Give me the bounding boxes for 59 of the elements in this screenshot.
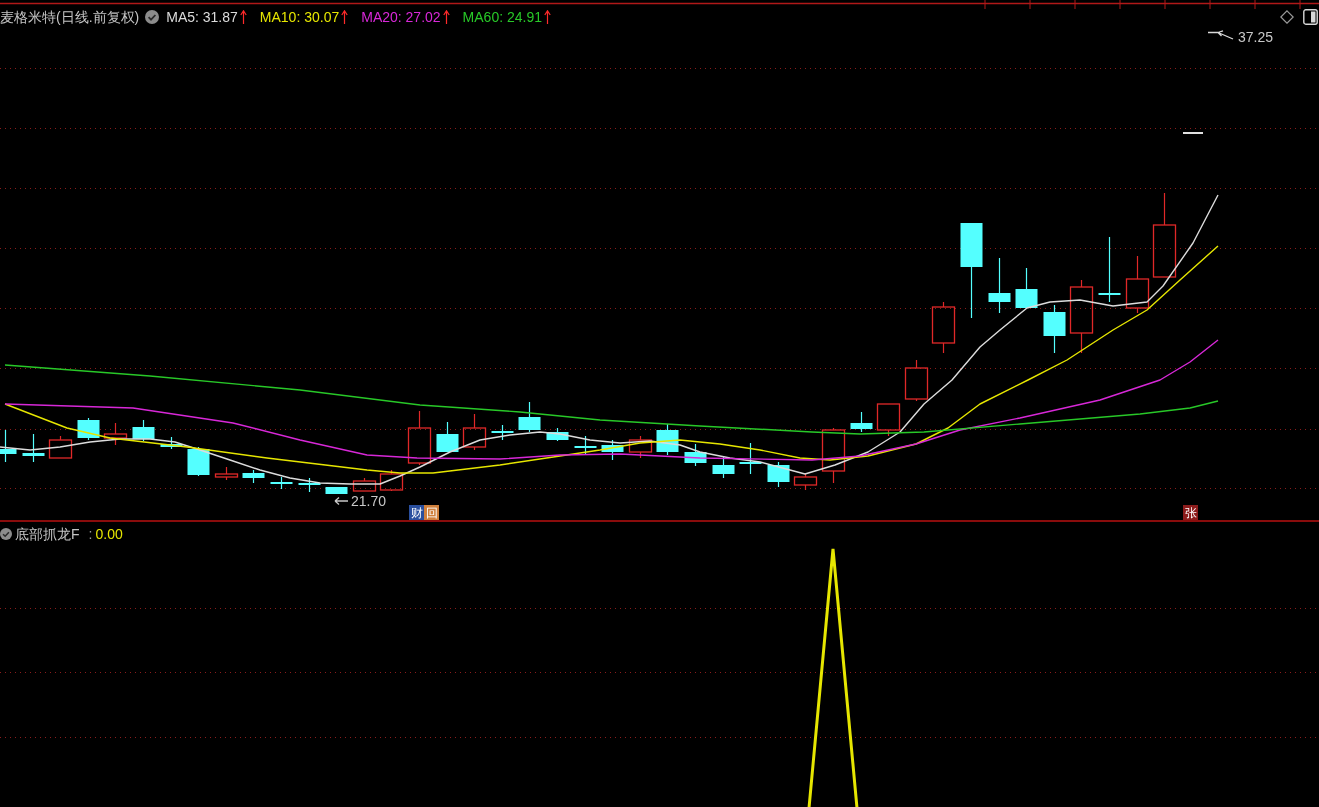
arrow-left-icon xyxy=(334,496,348,506)
diamond-icon[interactable] xyxy=(1280,10,1294,24)
down-candle xyxy=(436,421,459,453)
down-candle xyxy=(1098,236,1121,303)
down-candle xyxy=(712,455,735,479)
down-candle xyxy=(684,443,707,467)
panel-toggle-icon[interactable] xyxy=(1303,9,1318,25)
up-candle xyxy=(904,359,929,402)
down-candle xyxy=(739,442,762,475)
down-candle xyxy=(491,424,514,441)
up-candle xyxy=(628,435,653,459)
down-candle xyxy=(546,427,569,442)
check-circle-icon[interactable] xyxy=(0,528,12,540)
down-candle xyxy=(1043,304,1066,354)
up-candle xyxy=(214,466,239,481)
up-candle xyxy=(407,410,432,466)
up-candle xyxy=(103,422,128,446)
moving-average-value: MA60: 24.91 xyxy=(462,10,542,24)
down-candle xyxy=(1015,267,1038,309)
up-candle xyxy=(931,301,956,354)
up-candle xyxy=(352,477,377,492)
arrow-icon xyxy=(1208,30,1234,40)
down-candle xyxy=(298,477,321,493)
up-candle xyxy=(48,435,73,459)
up-candle xyxy=(793,473,818,491)
event-marker[interactable]: 张 xyxy=(1183,505,1198,520)
down-candle xyxy=(601,439,624,461)
down-candle xyxy=(242,469,265,484)
moving-average-value: MA10: 30.07 xyxy=(259,10,340,24)
indicator-name: 底部抓龙F xyxy=(15,527,80,541)
down-candle xyxy=(77,417,100,441)
up-candle xyxy=(1125,255,1150,314)
up-candle xyxy=(876,403,901,437)
check-circle-icon[interactable] xyxy=(145,10,160,24)
down-candle xyxy=(187,446,210,477)
down-candle xyxy=(325,486,348,495)
event-marker[interactable]: 财 xyxy=(409,505,424,520)
down-candle xyxy=(574,435,597,456)
indicator-value: 0.00 xyxy=(95,527,123,541)
down-candle xyxy=(767,461,790,488)
down-candle xyxy=(988,257,1011,314)
down-candle xyxy=(656,423,679,456)
dash-mark xyxy=(1183,132,1203,134)
down-candle xyxy=(132,419,155,442)
low-price-label: 21.70 xyxy=(351,494,387,508)
up-candle xyxy=(462,413,487,451)
moving-average-value: MA20: 27.02 xyxy=(361,10,441,24)
up-candle xyxy=(821,427,846,484)
down-candle xyxy=(850,411,873,433)
down-candle xyxy=(160,436,183,450)
down-candle xyxy=(0,429,17,463)
up-candle xyxy=(379,469,404,492)
colon-separator: : xyxy=(88,527,93,541)
down-candle xyxy=(518,401,541,433)
high-price-label: 37.25 xyxy=(1238,30,1274,44)
down-candle xyxy=(22,433,45,463)
down-candle xyxy=(270,476,293,490)
moving-average-value: MA5: 31.87 xyxy=(166,10,238,24)
stock-title: 麦格米特(日线.前复权) xyxy=(0,10,140,24)
